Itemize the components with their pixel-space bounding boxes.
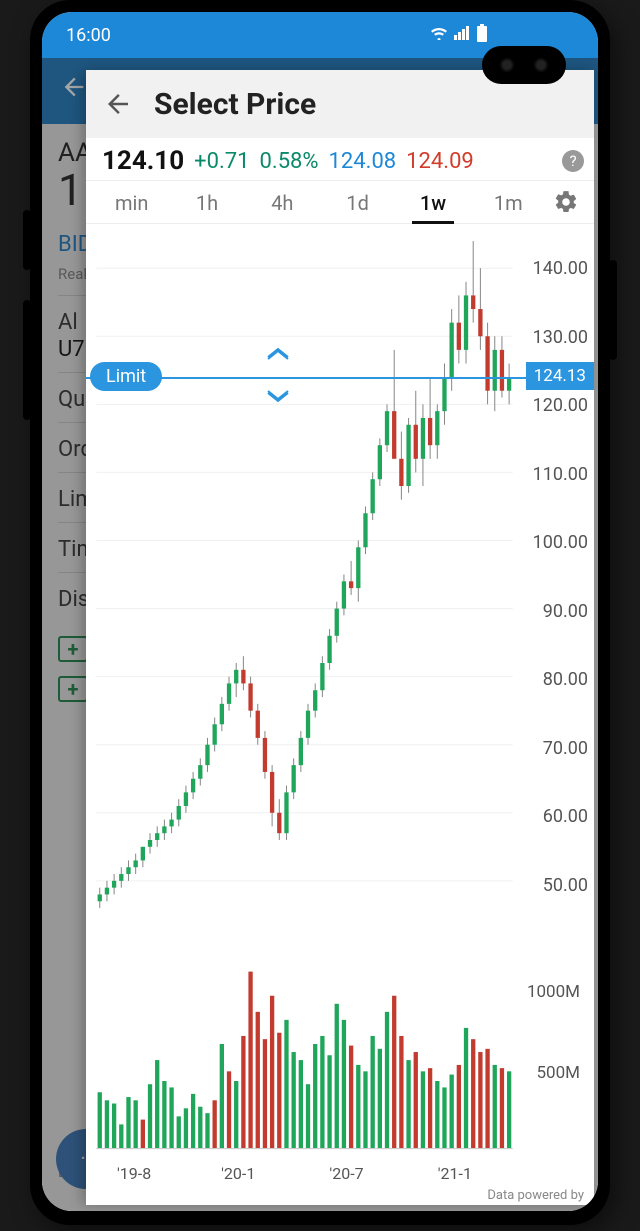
price-axis-label: 60.00 bbox=[543, 806, 588, 827]
phone-frame: 16:00 AA 1 BID Real bbox=[30, 0, 610, 1225]
data-powered-label: Data powered by bbox=[487, 1188, 584, 1203]
candlestick-chart[interactable] bbox=[86, 224, 594, 1199]
price-axis-label: 110.00 bbox=[533, 464, 588, 485]
camera-cutout bbox=[482, 46, 566, 84]
limit-drag-handle[interactable] bbox=[266, 347, 290, 403]
timeframe-tab-1h[interactable]: 1h bbox=[169, 181, 244, 223]
price-axis-label: 80.00 bbox=[543, 669, 588, 690]
price-axis-label: 120.00 bbox=[533, 395, 588, 416]
quote-last: 124.10 bbox=[102, 146, 184, 176]
price-axis-label: 130.00 bbox=[533, 327, 588, 348]
chart-settings-button[interactable] bbox=[546, 182, 586, 222]
price-axis-label: 100.00 bbox=[533, 532, 588, 553]
quote-ask: 124.09 bbox=[406, 149, 474, 174]
timeframe-tab-1m[interactable]: 1m bbox=[471, 181, 546, 223]
time-axis-label: '21-1 bbox=[438, 1164, 472, 1183]
timeframe-tab-min[interactable]: min bbox=[94, 181, 169, 223]
time-axis-label: '19-8 bbox=[117, 1164, 151, 1183]
quote-bid: 124.08 bbox=[329, 149, 397, 174]
price-axis-label: 50.00 bbox=[543, 875, 588, 896]
wifi-icon bbox=[430, 26, 448, 44]
price-axis-label: 140.00 bbox=[533, 258, 588, 279]
limit-badge[interactable]: Limit bbox=[90, 362, 162, 391]
timeframe-tab-1d[interactable]: 1d bbox=[320, 181, 395, 223]
signal-icon bbox=[454, 26, 470, 44]
quote-pct: 0.58% bbox=[260, 149, 319, 174]
help-icon[interactable]: ? bbox=[562, 150, 584, 172]
volume-axis-label: 1000M bbox=[527, 982, 580, 1002]
status-icons bbox=[430, 24, 488, 46]
volume-axis-label: 500M bbox=[536, 1063, 580, 1083]
status-time: 16:00 bbox=[66, 25, 111, 46]
modal-title: Select Price bbox=[154, 87, 316, 122]
screen: 16:00 AA 1 BID Real bbox=[42, 12, 598, 1211]
time-axis-label: '20-1 bbox=[221, 1164, 255, 1183]
timeframe-tabs: min1h4h1d1w1m bbox=[94, 181, 546, 223]
timeframe-tab-4h[interactable]: 4h bbox=[245, 181, 320, 223]
quote-change: +0.71 bbox=[194, 149, 249, 174]
timeframe-row: min1h4h1d1w1m bbox=[86, 181, 594, 224]
price-axis-label: 90.00 bbox=[543, 601, 588, 622]
quote-row: 124.10 +0.71 0.58% 124.08 124.09 ? bbox=[86, 138, 594, 181]
battery-icon bbox=[476, 24, 488, 46]
limit-value-badge: 124.13 bbox=[526, 362, 594, 390]
modal-back-button[interactable] bbox=[98, 84, 138, 124]
time-axis-label: '20-7 bbox=[329, 1164, 363, 1183]
select-price-modal: Select Price 124.10 +0.71 0.58% 124.08 1… bbox=[86, 70, 594, 1205]
timeframe-tab-1w[interactable]: 1w bbox=[395, 181, 470, 223]
chart-area[interactable]: 140.00 130.00 120.00 110.00 100.00 90.00 80.00… bbox=[86, 224, 594, 1205]
price-axis-label: 70.00 bbox=[543, 738, 588, 759]
